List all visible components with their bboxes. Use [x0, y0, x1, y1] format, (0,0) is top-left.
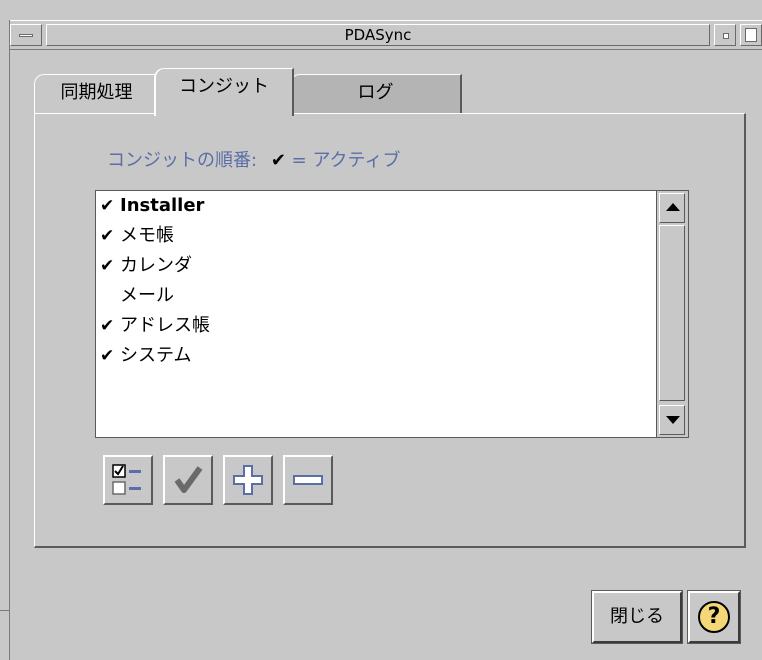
title-bar[interactable]: PDASync — [10, 20, 762, 50]
help-icon: ? — [698, 601, 730, 633]
remove-conduit-button[interactable] — [283, 455, 333, 505]
tab-log-label: ログ — [357, 82, 394, 103]
scroll-up-button[interactable] — [659, 193, 685, 223]
minimize-button[interactable] — [714, 24, 736, 46]
list-item-mail[interactable]: メール — [100, 285, 210, 315]
arrow-down-icon — [666, 416, 680, 424]
list-item-label: アドレス帳 — [120, 315, 210, 336]
tab-sync-label: 同期処理 — [60, 82, 133, 103]
arrow-up-icon — [666, 203, 680, 211]
check-icon: ✔ — [100, 346, 115, 366]
conduit-list-items: ✔ Installer ✔ メモ帳 ✔ カレンダ メール ✔ アドレス帳 ✔ システム — [100, 195, 210, 375]
pdasync-window: PDASync 同期処理 コンジット ログ コンジットの順番: ✔ = アクティ… — [0, 0, 762, 660]
help-button[interactable]: ? — [687, 590, 741, 644]
conduits-panel: コンジットの順番: ✔ = アクティブ ✔ Installer ✔ メモ帳 ✔ カレン… — [34, 113, 746, 548]
window-frame-left — [0, 20, 10, 660]
list-item-calendar[interactable]: ✔ カレンダ — [100, 255, 210, 285]
list-item-label: カレンダ — [120, 255, 192, 276]
tab-sync[interactable]: 同期処理 — [34, 74, 160, 116]
maximize-button[interactable] — [740, 24, 762, 46]
active-legend-text: = アクティブ — [291, 150, 401, 171]
toggle-active-button[interactable] — [163, 455, 213, 505]
tab-log[interactable]: ログ — [290, 74, 462, 116]
minus-icon — [293, 475, 323, 485]
window-menu-button[interactable] — [10, 24, 42, 46]
list-scrollbar[interactable] — [656, 191, 688, 437]
scroll-down-button[interactable] — [659, 405, 685, 435]
maximize-icon — [745, 28, 757, 42]
scroll-thumb[interactable] — [659, 225, 685, 401]
conduit-list[interactable]: ✔ Installer ✔ メモ帳 ✔ カレンダ メール ✔ アドレス帳 ✔ システム — [95, 190, 689, 438]
list-item-label: システム — [120, 345, 192, 366]
select-all-icon — [112, 464, 141, 495]
plus-icon — [233, 465, 263, 495]
active-check-icon: ✔ — [270, 150, 286, 171]
check-icon: ✔ — [100, 226, 115, 246]
check-icon: ✔ — [100, 256, 115, 276]
list-item-installer[interactable]: ✔ Installer — [100, 195, 210, 225]
select-all-button[interactable] — [103, 455, 153, 505]
tab-conduits-label: コンジット — [179, 76, 269, 97]
list-item-label: Installer — [120, 195, 205, 216]
conduit-order-label: コンジットの順番: ✔ = アクティブ — [107, 146, 400, 172]
check-icon: ✔ — [100, 316, 115, 336]
list-item-memo[interactable]: ✔ メモ帳 — [100, 225, 210, 255]
list-item-label: メモ帳 — [120, 225, 174, 246]
list-item-address-book[interactable]: ✔ アドレス帳 — [100, 315, 210, 345]
list-item-system[interactable]: ✔ システム — [100, 345, 210, 375]
close-button[interactable]: 閉じる — [591, 590, 683, 644]
window-title: PDASync — [46, 24, 710, 46]
add-conduit-button[interactable] — [223, 455, 273, 505]
checkmark-icon — [174, 466, 203, 493]
tab-conduits[interactable]: コンジット — [154, 68, 294, 116]
list-item-label: メール — [120, 285, 174, 306]
minimize-icon — [723, 33, 729, 39]
check-icon: ✔ — [100, 196, 115, 216]
order-label-text: コンジットの順番: — [107, 150, 258, 171]
menu-bar-icon — [19, 34, 33, 37]
